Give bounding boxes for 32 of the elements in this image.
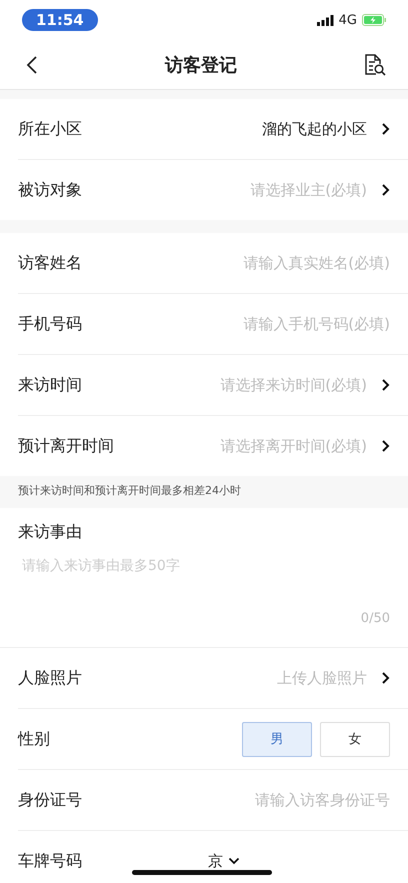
chevron-right-icon — [381, 183, 390, 197]
chevron-right-icon — [381, 439, 390, 453]
document-search-icon[interactable] — [364, 52, 386, 76]
gender-option[interactable]: 女 — [320, 722, 390, 756]
page-title: 访客登记 — [165, 54, 237, 76]
select-field[interactable]: 溜的飞起的小区 — [262, 120, 390, 138]
status-time: 11:54 — [22, 9, 98, 31]
back-icon[interactable] — [26, 54, 38, 74]
battery-icon — [362, 14, 386, 26]
input-field[interactable]: 请输入访客身份证号 — [170, 791, 390, 809]
field-label: 性别 — [18, 728, 50, 750]
field-label: 访客姓名 — [18, 252, 82, 274]
char-counter: 0/50 — [360, 611, 390, 626]
signal-icon — [316, 14, 334, 26]
field-label: 被访对象 — [18, 180, 82, 200]
field-label: 车牌号码 — [18, 850, 82, 872]
gender-option[interactable]: 男 — [242, 722, 312, 756]
chevron-right-icon — [381, 378, 390, 392]
field-label: 手机号码 — [18, 314, 82, 334]
province-dropdown[interactable]: 京 — [208, 852, 240, 870]
field-label: 预计离开时间 — [18, 436, 114, 456]
input-field[interactable]: 请输入手机号码(必填) — [170, 315, 390, 333]
network-label: 4G — [338, 12, 357, 28]
chevron-right-icon — [381, 671, 390, 685]
field-label: 来访事由 — [18, 522, 82, 543]
field-label: 人脸照片 — [18, 668, 82, 688]
field-label: 所在小区 — [18, 118, 82, 140]
input-field[interactable]: 请输入真实姓名(必填) — [170, 254, 390, 272]
chevron-down-icon — [228, 857, 240, 865]
field-label: 来访时间 — [18, 374, 82, 396]
chevron-right-icon — [381, 122, 390, 136]
field-label: 身份证号 — [18, 790, 82, 810]
